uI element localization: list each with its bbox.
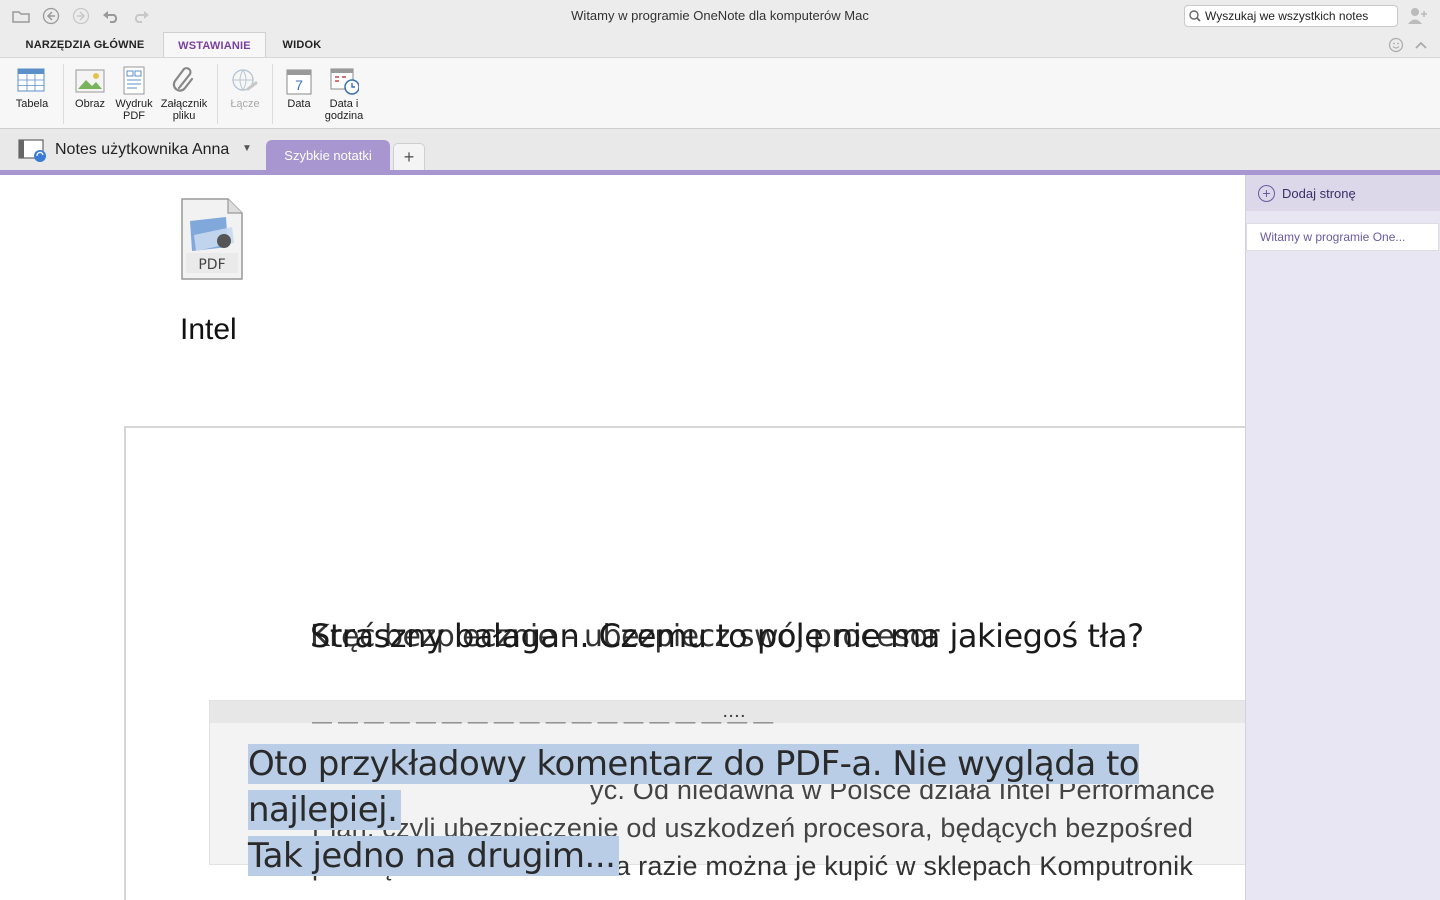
page-list: + Dodaj stronę Witamy w programie One... [1245,175,1440,900]
add-circle-icon: + [1258,184,1275,202]
search-input[interactable] [1205,9,1385,23]
search-box[interactable] [1184,5,1398,27]
tab-home[interactable]: NARZĘDZIA GŁÓWNE [14,32,156,58]
pdf-icon-text: PDF [198,257,225,273]
share-person-icon[interactable] [1406,6,1430,26]
tab-insert[interactable]: WSTAWIANIE [163,32,266,58]
ribbon-right-controls [1388,37,1428,53]
notebook-bar: Notes użytkownika Anna ▼ Szybkie notatki… [0,129,1440,171]
page-list-item[interactable]: Witamy w programie One... [1246,223,1439,251]
notebook-name[interactable]: Notes użytkownika Anna [55,141,229,159]
pdf-printout-icon [119,66,149,96]
search-icon [1189,10,1201,22]
attachment-button[interactable]: Załącznik pliku [158,66,210,122]
picture-label: Obraz [75,98,105,110]
link-button[interactable]: Łącze [226,66,264,110]
ribbon-separator [272,64,273,124]
pdf-body-line: — — — — — — — — — — — — — — — — — — [312,711,774,733]
ribbon-tabs: NARZĘDZIA GŁÓWNE WSTAWIANIE WIDOK [0,32,1440,58]
section-tab-quick-notes[interactable]: Szybkie notatki [266,140,390,171]
table-label: Tabela [15,98,49,110]
link-label: Łącze [230,98,260,110]
calendar-day-text: 7 [295,77,303,93]
comment-line[interactable]: Oto przykładowy komentarz do PDF-a. Nie … [248,744,1140,830]
add-section-button[interactable]: + [393,143,425,171]
paperclip-icon [169,66,199,96]
comment-line[interactable]: Tak jedno na drugim... [248,836,620,876]
ribbon-separator [217,64,218,124]
smiley-feedback-icon[interactable] [1388,37,1404,53]
attachment-label: Załącznik pliku [160,98,208,122]
tab-view[interactable]: WIDOK [272,32,332,58]
notebook-dropdown-icon[interactable]: ▼ [242,143,252,154]
collapse-ribbon-icon[interactable] [1414,37,1428,53]
pdf-printout-button[interactable]: Wydruk PDF [113,66,155,122]
pdf-printout-label: Wydruk PDF [115,98,153,122]
table-icon [17,66,47,96]
ribbon-separator [63,64,64,124]
calendar-icon: 7 [284,66,314,96]
table-button[interactable]: Tabela [12,66,52,110]
comment-text[interactable]: Oto przykładowy komentarz do PDF-a. Nie … [248,741,1245,879]
picture-button[interactable]: Obraz [72,66,108,110]
notebook-sync-icon[interactable] [18,137,48,168]
date-label: Data [287,98,311,110]
pdf-file-icon[interactable]: PDF [180,197,244,281]
add-page-label: Dodaj stronę [1282,185,1356,201]
datetime-button[interactable]: Data i godzina [321,66,367,122]
calendar-clock-icon [329,66,359,96]
title-bar: Witamy w programie OneNote dla komputeró… [0,0,1440,32]
attachment-title[interactable]: Intel [180,313,237,347]
ribbon-insert: Tabela Obraz Wydruk PDF Załącznik pliku … [0,57,1440,129]
picture-icon [75,66,105,96]
link-globe-icon [230,66,260,96]
date-button[interactable]: 7 Data [283,66,315,110]
add-page-button[interactable]: + Dodaj stronę [1246,175,1440,211]
datetime-label: Data i godzina [324,98,364,122]
page-canvas[interactable]: PDF Intel Kręć bezpiecznie - ubezpiecz s… [0,175,1245,900]
overlapping-text[interactable]: Straszny bałagan. Czemu to pole nie ma j… [310,617,1144,655]
